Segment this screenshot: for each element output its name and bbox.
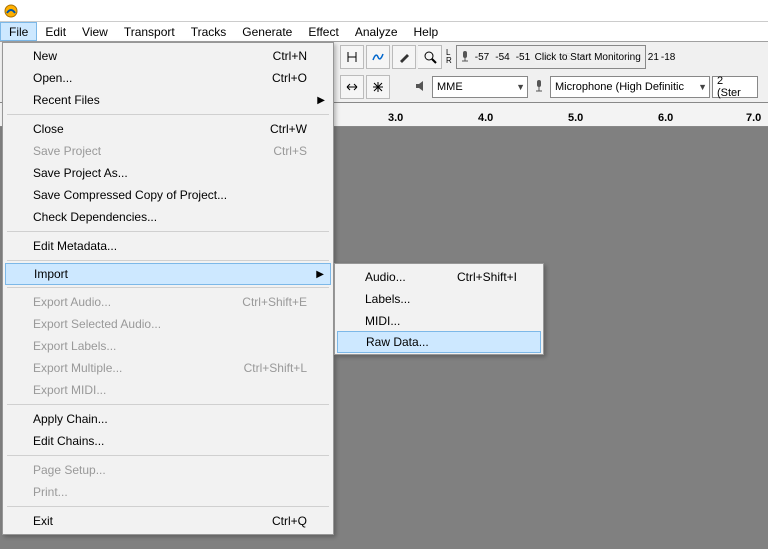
import-midi[interactable]: MIDI... [337,310,541,332]
submenu-arrow-icon: ▶ [317,95,325,106]
timeshift-tool-button[interactable] [340,75,364,99]
draw-tool-button[interactable] [392,45,416,69]
selection-tool-button[interactable] [340,45,364,69]
import-audio[interactable]: Audio...Ctrl+Shift+I [337,266,541,288]
timeline-label: 6.0 [658,112,673,124]
chevron-down-icon: ▼ [698,82,707,92]
menu-separator [7,231,329,232]
multi-tool-button[interactable] [366,75,390,99]
zoom-tool-button[interactable] [418,45,442,69]
timeline-label: 5.0 [568,112,583,124]
file-export-midi[interactable]: Export MIDI... [5,379,331,401]
file-open[interactable]: Open...Ctrl+O [5,67,331,89]
timeline-label: 4.0 [478,112,493,124]
menu-generate[interactable]: Generate [234,22,300,41]
app-icon [4,4,18,18]
file-edit-chains[interactable]: Edit Chains... [5,430,331,452]
audio-host-select[interactable]: MME ▼ [432,76,528,98]
file-save-project[interactable]: Save ProjectCtrl+S [5,140,331,162]
file-export-labels[interactable]: Export Labels... [5,335,331,357]
speaker-icon [412,79,430,96]
import-labels[interactable]: Labels... [337,288,541,310]
menu-effect[interactable]: Effect [300,22,346,41]
file-print[interactable]: Print... [5,481,331,503]
file-check-dependencies[interactable]: Check Dependencies... [5,206,331,228]
file-page-setup[interactable]: Page Setup... [5,459,331,481]
recording-meter[interactable]: -57-54-51-48-45-42 Click to Start Monito… [456,45,646,69]
file-export-audio[interactable]: Export Audio...Ctrl+Shift+E [5,291,331,313]
menu-separator [7,114,329,115]
meter-start-label[interactable]: Click to Start Monitoring [535,52,641,63]
file-import[interactable]: Import▶ [5,263,331,285]
file-close[interactable]: CloseCtrl+W [5,118,331,140]
menubar: File Edit View Transport Tracks Generate… [0,22,768,42]
file-exit[interactable]: ExitCtrl+Q [5,510,331,532]
mic-icon [530,79,548,96]
menu-separator [7,287,329,288]
file-export-multiple[interactable]: Export Multiple...Ctrl+Shift+L [5,357,331,379]
timeline-label: 7.0 [746,112,761,124]
menu-file[interactable]: File [0,22,37,41]
import-raw-data[interactable]: Raw Data... [337,331,541,353]
menu-separator [7,404,329,405]
file-new[interactable]: NewCtrl+N [5,45,331,67]
menu-transport[interactable]: Transport [116,22,183,41]
file-recent[interactable]: Recent Files▶ [5,89,331,111]
chevron-down-icon: ▼ [516,82,525,92]
file-save-compressed[interactable]: Save Compressed Copy of Project... [5,184,331,206]
timeline-label: 3.0 [388,112,403,124]
mic-icon [459,50,471,65]
envelope-tool-button[interactable] [366,45,390,69]
meter-tick: -18 [661,52,675,63]
meter-tick: 21 [648,52,659,63]
file-apply-chain[interactable]: Apply Chain... [5,408,331,430]
recording-device-select[interactable]: Microphone (High Definitic ▼ [550,76,710,98]
file-export-selected[interactable]: Export Selected Audio... [5,313,331,335]
menu-view[interactable]: View [74,22,116,41]
menu-edit[interactable]: Edit [37,22,74,41]
menu-separator [7,455,329,456]
import-submenu: Audio...Ctrl+Shift+I Labels... MIDI... R… [334,263,544,355]
file-save-project-as[interactable]: Save Project As... [5,162,331,184]
file-menu-dropdown: NewCtrl+N Open...Ctrl+O Recent Files▶ Cl… [2,42,334,535]
submenu-arrow-icon: ▶ [316,269,324,280]
lr-indicator: LR [444,49,454,65]
menu-help[interactable]: Help [406,22,447,41]
menu-analyze[interactable]: Analyze [347,22,406,41]
menu-separator [7,506,329,507]
file-edit-metadata[interactable]: Edit Metadata... [5,235,331,257]
channels-select[interactable]: 2 (Ster [712,76,758,98]
menu-separator [7,260,329,261]
menu-tracks[interactable]: Tracks [183,22,235,41]
title-bar [0,0,768,22]
